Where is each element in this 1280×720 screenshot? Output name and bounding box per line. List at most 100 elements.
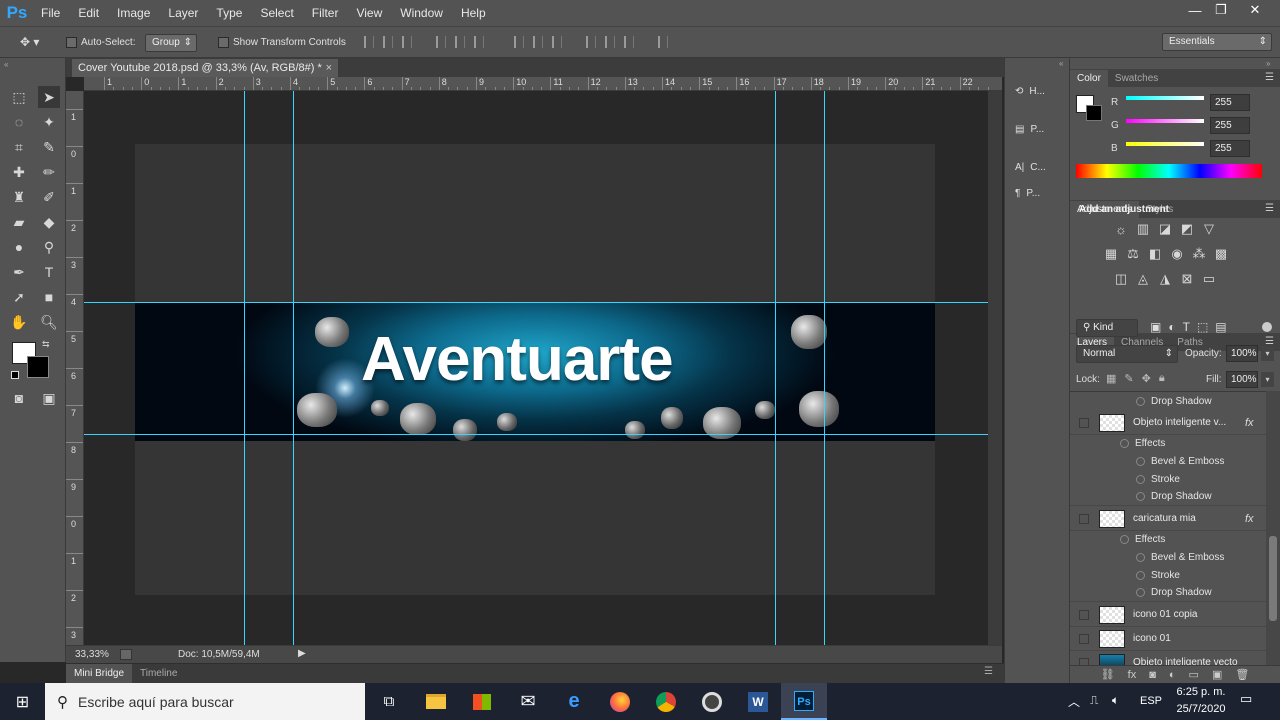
effect-visibility-icon[interactable] <box>1136 396 1145 406</box>
lasso-tool-icon[interactable]: ◌ <box>8 111 30 133</box>
magic-wand-tool-icon[interactable]: ✦ <box>38 111 60 133</box>
visibility-toggle[interactable] <box>1079 513 1089 524</box>
menu-edit[interactable]: Edit <box>69 0 108 26</box>
selective-color-icon[interactable]: ⊠ <box>1178 270 1196 288</box>
zoom-level[interactable]: 33,33% <box>75 649 109 660</box>
dodge-tool-icon[interactable]: ⚲ <box>38 236 60 258</box>
menu-select[interactable]: Select <box>251 0 302 26</box>
vibrance-icon[interactable]: ▽ <box>1200 220 1218 238</box>
align-vcenter-icon[interactable] <box>383 36 393 48</box>
close-tab-icon[interactable]: × <box>326 59 332 77</box>
canvas-area[interactable]: Aventuarte <box>84 91 988 645</box>
auto-select-dropdown[interactable]: Group ⇕ <box>145 34 197 52</box>
curves-icon[interactable]: ◪ <box>1156 220 1174 238</box>
new-adjustment-icon[interactable]: ◐ <box>1169 669 1176 681</box>
notifications-icon[interactable]: ▭ <box>1240 691 1252 707</box>
threshold-icon[interactable]: ◮ <box>1156 270 1174 288</box>
store-icon[interactable] <box>459 683 505 720</box>
marquee-tool-icon[interactable]: ⬚ <box>8 86 30 108</box>
layer-filter-kind-dropdown[interactable]: ⚲ Kind <box>1076 319 1138 337</box>
color-bg-swatch[interactable] <box>1086 105 1102 121</box>
expand-icon[interactable]: « <box>1059 59 1063 68</box>
align-bottom-icon[interactable] <box>402 36 412 48</box>
clock-time[interactable]: 6:25 p. m. <box>1173 686 1229 698</box>
hue-saturation-icon[interactable]: ▦ <box>1102 245 1120 263</box>
opacity-value[interactable]: 100% <box>1226 345 1258 362</box>
workspace-dropdown[interactable]: Essentials ⇕ <box>1162 33 1272 51</box>
align-hcenter-icon[interactable] <box>455 36 465 48</box>
tab-timeline[interactable]: Timeline <box>140 664 177 683</box>
word-icon[interactable]: W <box>735 683 781 720</box>
tab-color[interactable]: Color <box>1070 70 1108 87</box>
collapse-panels-icon[interactable]: » <box>1266 59 1270 68</box>
clock-date[interactable]: 25/7/2020 <box>1173 703 1229 715</box>
effect-visibility-icon[interactable] <box>1120 438 1129 448</box>
restore-button[interactable]: ❐ <box>1204 0 1238 20</box>
vertical-scrollbar[interactable] <box>988 91 1002 645</box>
r-slider[interactable] <box>1126 96 1204 100</box>
photoshop-taskbar-icon[interactable]: Ps <box>781 683 827 720</box>
layer-effect-drop-shadow[interactable]: Drop Shadow <box>1070 488 1266 506</box>
align-right-icon[interactable] <box>474 36 484 48</box>
distribute-left-icon[interactable] <box>586 36 596 48</box>
layers-list[interactable]: Drop Shadow Objeto inteligente v... fx E… <box>1070 391 1266 665</box>
firefox-icon[interactable] <box>597 683 643 720</box>
distribute-right-icon[interactable] <box>624 36 634 48</box>
layer-effects-group[interactable]: Effects <box>1070 530 1266 548</box>
guide-horizontal[interactable] <box>84 302 988 303</box>
path-selection-tool-icon[interactable]: ➚ <box>8 286 30 308</box>
gradient-map-icon[interactable]: ▭ <box>1200 270 1218 288</box>
brush-tool-icon[interactable]: ✏ <box>38 161 60 183</box>
lock-transparency-icon[interactable]: ▦ <box>1106 372 1116 385</box>
fx-icon[interactable]: fx <box>1245 417 1254 429</box>
tab-mini-bridge[interactable]: Mini Bridge <box>66 664 132 683</box>
new-layer-icon[interactable]: ▣ <box>1212 668 1222 681</box>
file-explorer-icon[interactable] <box>413 683 459 720</box>
quick-mask-icon[interactable]: ◙ <box>8 387 30 409</box>
show-transform-checkbox[interactable] <box>218 37 229 48</box>
screen-mode-icon[interactable]: ▣ <box>38 387 60 409</box>
menu-window[interactable]: Window <box>391 0 452 26</box>
b-slider[interactable] <box>1126 142 1204 146</box>
posterize-icon[interactable]: ◬ <box>1134 270 1152 288</box>
layer-row[interactable]: caricatura mia fx <box>1070 507 1266 531</box>
menu-file[interactable]: File <box>32 0 69 26</box>
volume-icon[interactable]: 🔈︎ <box>1112 693 1119 708</box>
color-lookup-icon[interactable]: ▩ <box>1212 245 1230 263</box>
menu-type[interactable]: Type <box>207 0 251 26</box>
distribute-top-icon[interactable] <box>514 36 524 48</box>
guide-vertical[interactable] <box>293 91 294 645</box>
eyedropper-tool-icon[interactable]: ✎ <box>38 136 60 158</box>
menu-image[interactable]: Image <box>108 0 159 26</box>
visibility-toggle[interactable] <box>1079 657 1089 665</box>
lock-all-icon[interactable]: 🔒︎ <box>1159 372 1165 385</box>
filter-adjustment-icon[interactable]: ◐ <box>1168 320 1175 334</box>
fill-value[interactable]: 100% <box>1226 371 1258 388</box>
status-menu-arrow-icon[interactable]: ▶ <box>298 648 306 659</box>
language-indicator[interactable]: ESP <box>1140 695 1162 707</box>
taskbar-search[interactable]: ⚲ Escribe aquí para buscar <box>45 683 365 720</box>
layer-row[interactable]: icono 01 copia <box>1070 603 1266 627</box>
layer-effect-bevel[interactable]: Bevel & Emboss <box>1070 548 1266 566</box>
chrome-icon[interactable] <box>643 683 689 720</box>
history-brush-tool-icon[interactable]: ✐ <box>38 186 60 208</box>
distribute-bottom-icon[interactable] <box>552 36 562 48</box>
photo-filter-icon[interactable]: ◉ <box>1168 245 1186 263</box>
fill-arrow-icon[interactable]: ▾ <box>1261 372 1274 387</box>
effect-visibility-icon[interactable] <box>1136 492 1145 501</box>
align-left-icon[interactable] <box>436 36 446 48</box>
media-player-icon[interactable] <box>689 683 735 720</box>
collapse-icon[interactable]: « <box>4 60 8 69</box>
filter-type-icon[interactable]: T <box>1183 320 1190 334</box>
panel-menu-icon[interactable]: ☰ <box>1265 72 1274 83</box>
exposure-icon[interactable]: ◩ <box>1178 220 1196 238</box>
filter-pixel-icon[interactable]: ▣ <box>1150 320 1161 334</box>
color-balance-icon[interactable]: ⚖ <box>1124 245 1142 263</box>
add-mask-icon[interactable]: ◙ <box>1149 669 1156 681</box>
layer-effect-stroke[interactable]: Stroke <box>1070 566 1266 584</box>
guide-vertical[interactable] <box>775 91 776 645</box>
history-panel-button[interactable]: ⟲ H... <box>1005 78 1071 104</box>
layer-row[interactable]: Objeto inteligente v... fx <box>1070 411 1266 435</box>
layer-row[interactable]: icono 01 <box>1070 627 1266 651</box>
type-tool-icon[interactable]: T <box>38 261 60 283</box>
